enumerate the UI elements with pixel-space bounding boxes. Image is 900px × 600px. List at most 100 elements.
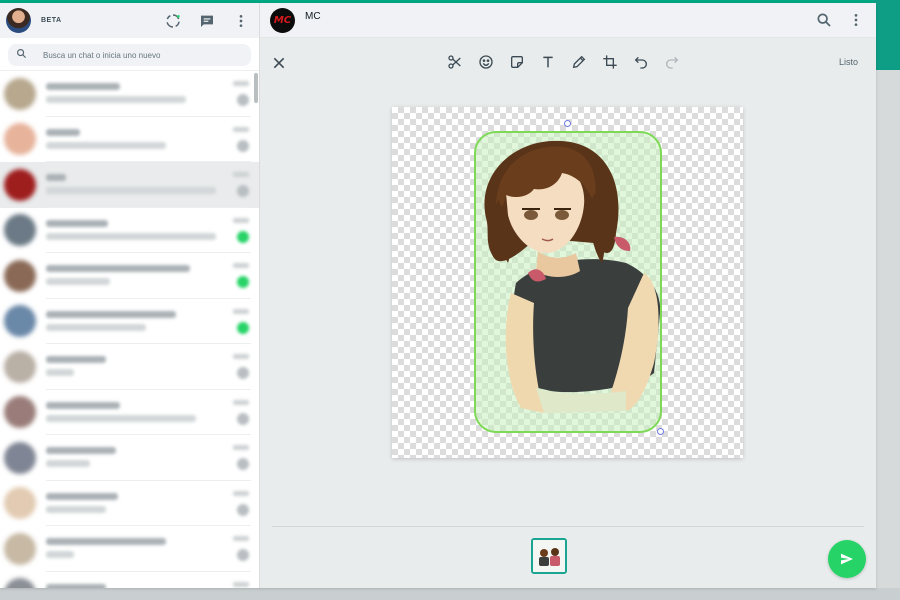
search-icon[interactable] xyxy=(816,12,832,28)
chat-name-redacted xyxy=(46,583,106,588)
chat-indicator xyxy=(237,549,249,561)
editor-toolbar: Listo xyxy=(260,50,876,74)
unread-badge xyxy=(237,230,249,243)
chat-preview xyxy=(46,390,251,435)
chat-list-item[interactable] xyxy=(0,344,259,390)
chat-time-redacted xyxy=(233,490,249,496)
avatar[interactable] xyxy=(6,8,31,33)
chat-avatar xyxy=(4,487,36,520)
chat-list-item[interactable] xyxy=(0,299,259,344)
chat-meta xyxy=(233,263,249,288)
chat-message-redacted xyxy=(46,369,74,377)
window-bottom-edge xyxy=(0,588,900,600)
chat-name-redacted xyxy=(46,219,108,227)
chat-name-redacted xyxy=(46,401,120,409)
chat-message-redacted xyxy=(46,505,106,513)
chat-meta xyxy=(233,81,249,106)
chat-list-item[interactable] xyxy=(0,117,259,162)
chat-avatar xyxy=(4,259,36,292)
rotate-handle[interactable] xyxy=(564,120,571,127)
chat-message-redacted xyxy=(46,187,216,195)
search-input[interactable] xyxy=(43,50,233,60)
sidebar-scrollbar[interactable] xyxy=(254,73,258,103)
sticker-thumbnail[interactable] xyxy=(531,538,567,574)
search-box[interactable] xyxy=(8,44,251,66)
send-button[interactable] xyxy=(828,540,866,578)
pencil-icon[interactable] xyxy=(570,53,588,71)
sticker-icon[interactable] xyxy=(508,53,526,71)
chat-preview xyxy=(46,572,251,588)
search-icon xyxy=(16,46,27,64)
undo-icon[interactable] xyxy=(632,53,650,71)
chat-name-redacted xyxy=(46,447,116,455)
chat-time-redacted xyxy=(233,399,249,405)
chat-list-item[interactable] xyxy=(0,435,259,481)
chat-meta xyxy=(233,536,249,561)
chat-avatar xyxy=(4,350,36,383)
thumbnail-image xyxy=(533,540,565,572)
chat-list-item[interactable] xyxy=(0,481,259,526)
scissors-icon[interactable] xyxy=(446,53,464,71)
chat-message-redacted xyxy=(46,460,90,468)
sticker-image xyxy=(484,140,660,413)
text-icon[interactable] xyxy=(539,53,557,71)
contact-avatar[interactable]: MC xyxy=(270,7,295,33)
chat-name-redacted xyxy=(46,538,166,546)
chat-indicator xyxy=(237,412,249,425)
unread-badge xyxy=(237,321,249,334)
chat-preview xyxy=(46,344,251,390)
chat-time-redacted xyxy=(233,308,249,314)
sticker-selection[interactable] xyxy=(474,131,662,433)
chat-preview xyxy=(46,435,251,481)
menu-icon[interactable] xyxy=(848,12,864,28)
chat-indicator xyxy=(237,185,249,197)
crop-icon[interactable] xyxy=(601,53,619,71)
chat-list-item[interactable] xyxy=(0,253,259,299)
chat-time-redacted xyxy=(233,81,249,86)
chat-indicator xyxy=(237,367,249,379)
chat-avatar xyxy=(4,441,36,474)
contact-avatar-text: MC xyxy=(273,14,292,26)
chat-message-redacted xyxy=(46,141,166,149)
chat-name-redacted xyxy=(46,492,118,500)
chat-list-item[interactable] xyxy=(0,71,259,117)
chat-name-redacted xyxy=(46,174,66,182)
chat-indicator xyxy=(237,139,249,152)
chat-avatar xyxy=(4,214,36,247)
beta-label: BETA xyxy=(41,17,62,24)
chat-list-item[interactable] xyxy=(0,572,259,588)
redo-icon[interactable] xyxy=(663,53,681,71)
chat-indicator xyxy=(237,503,249,516)
chat-meta xyxy=(233,354,249,379)
chat-time-redacted xyxy=(233,536,249,541)
status-icon[interactable] xyxy=(165,13,181,29)
sticker-canvas[interactable] xyxy=(392,107,743,458)
new-chat-icon[interactable] xyxy=(199,13,215,29)
chat-list-item[interactable] xyxy=(0,208,259,253)
resize-handle[interactable] xyxy=(657,428,664,435)
unread-badge xyxy=(237,276,249,288)
menu-icon[interactable] xyxy=(233,13,249,29)
chat-message-redacted xyxy=(46,278,110,286)
chat-meta xyxy=(233,126,249,152)
contact-name[interactable]: MC xyxy=(305,11,321,22)
chat-list-item[interactable] xyxy=(0,390,259,435)
chat-meta xyxy=(233,399,249,425)
chat-meta xyxy=(233,172,249,197)
chat-message-redacted xyxy=(46,414,196,422)
chat-list-item[interactable] xyxy=(0,162,259,208)
window-background-teal xyxy=(874,0,900,70)
chat-time-redacted xyxy=(233,581,249,587)
sticker-editor: Listo xyxy=(260,38,876,588)
chat-time-redacted xyxy=(233,445,249,450)
close-icon[interactable] xyxy=(270,54,288,72)
emoji-icon[interactable] xyxy=(477,53,495,71)
chat-name-redacted xyxy=(46,83,120,91)
done-button[interactable]: Listo xyxy=(839,57,858,67)
chat-name-redacted xyxy=(46,265,190,273)
sidebar-header: BETA xyxy=(0,3,259,38)
chat-name-redacted xyxy=(46,310,176,318)
chat-time-redacted xyxy=(233,126,249,132)
chat-list-item[interactable] xyxy=(0,526,259,572)
chat-message-redacted xyxy=(46,323,146,331)
